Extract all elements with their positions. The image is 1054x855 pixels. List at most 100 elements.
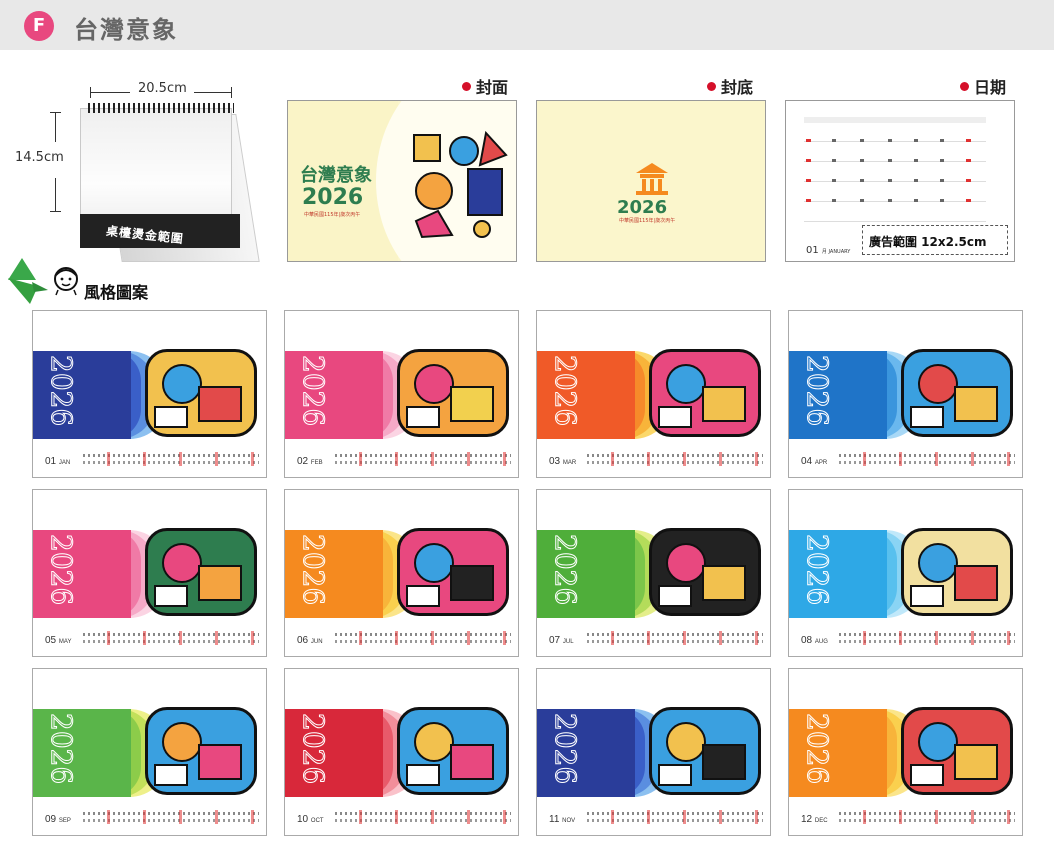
month-card-may[interactable]: 2026 05 MAY — [32, 489, 267, 657]
svg-text:2026: 2026 — [297, 534, 329, 605]
ad-area-box: 廣告範圍 12x2.5cm — [862, 225, 1008, 255]
day-strip — [335, 810, 511, 826]
svg-text:2026: 2026 — [549, 713, 581, 784]
svg-text:2026: 2026 — [45, 355, 77, 426]
red-dot-icon — [960, 82, 969, 91]
month-label: 08 AUG — [801, 635, 828, 646]
cover-year: 2026 — [302, 185, 364, 210]
month-label: 04 APR — [801, 456, 828, 467]
month-card-jan[interactable]: 2026 01 JAN — [32, 310, 267, 478]
day-strip — [83, 452, 259, 468]
header-bar: F 台灣意象 — [0, 0, 1054, 50]
svg-text:2026: 2026 — [45, 534, 77, 605]
month-card-nov[interactable]: 2026 11 NOV — [536, 668, 771, 836]
month-illustration — [901, 528, 1013, 616]
section-badge: F — [24, 11, 54, 41]
day-strip — [587, 631, 763, 647]
year-vertical: 2026 — [801, 355, 834, 427]
day-strip — [839, 452, 1015, 468]
year-vertical: 2026 — [801, 534, 834, 606]
day-strip — [839, 810, 1015, 826]
cover-subtitle: 中華民國115年|歲次丙午 — [304, 212, 361, 218]
month-label: 01 JAN — [45, 456, 71, 467]
month-illustration — [397, 528, 509, 616]
red-dot-icon — [462, 82, 471, 91]
month-illustration — [145, 349, 257, 437]
cover-label: 封面 — [462, 74, 508, 98]
day-strip — [839, 631, 1015, 647]
month-card-apr[interactable]: 2026 04 APR — [788, 310, 1023, 478]
month-card-oct[interactable]: 2026 10 OCT — [284, 668, 519, 836]
month-card-aug[interactable]: 2026 08 AUG — [788, 489, 1023, 657]
year-vertical: 2026 — [297, 713, 330, 785]
date-label: 日期 — [960, 74, 1006, 98]
month-card-feb[interactable]: 2026 02 FEB — [284, 310, 519, 478]
svg-text:2026: 2026 — [549, 534, 581, 605]
svg-text:2026: 2026 — [801, 534, 833, 605]
green-arrow-icon — [8, 258, 48, 304]
width-label: 20.5cm — [138, 81, 187, 96]
year-vertical: 2026 — [549, 534, 582, 606]
year-vertical: 2026 — [45, 355, 78, 427]
month-label: 03 MAR — [549, 456, 577, 467]
date-month-label: 01 月 JANUARY — [806, 245, 851, 256]
day-strip — [587, 452, 763, 468]
year-vertical: 2026 — [45, 534, 78, 606]
svg-text:2026: 2026 — [549, 355, 581, 426]
spiral-binding — [88, 103, 234, 113]
calendar-grid — [804, 117, 986, 227]
day-strip — [587, 810, 763, 826]
svg-text:2026: 2026 — [297, 355, 329, 426]
year-vertical: 2026 — [549, 355, 582, 427]
month-illustration — [145, 528, 257, 616]
memorial-hall-icon — [636, 163, 668, 195]
cover-illustration — [413, 130, 508, 239]
avatar-icon — [54, 267, 78, 296]
month-label: 09 SEP — [45, 814, 71, 825]
day-strip — [335, 631, 511, 647]
month-label: 05 MAY — [45, 635, 72, 646]
month-card-jul[interactable]: 2026 07 JUL — [536, 489, 771, 657]
date-page-preview[interactable]: 01 月 JANUARY 廣告範圍 12x2.5cm — [785, 100, 1015, 262]
month-illustration — [649, 707, 761, 795]
ad-area-label: 廣告範圍 12x2.5cm — [869, 235, 987, 249]
back-label: 封底 — [707, 74, 753, 98]
month-card-jun[interactable]: 2026 06 JUN — [284, 489, 519, 657]
back-year: 2026 — [617, 197, 668, 218]
day-strip — [83, 631, 259, 647]
year-vertical: 2026 — [297, 534, 330, 606]
svg-text:2026: 2026 — [45, 713, 77, 784]
red-dot-icon — [707, 82, 716, 91]
cover-title: 台灣意象 — [300, 165, 372, 186]
cover-preview[interactable]: 台灣意象 2026 中華民國115年|歲次丙午 — [287, 100, 517, 262]
month-illustration — [649, 528, 761, 616]
day-strip — [335, 452, 511, 468]
height-label: 14.5cm — [15, 150, 64, 165]
desk-calendar-illustration: 20.5cm 桌檯燙金範圍 14.5cm — [10, 78, 280, 262]
svg-text:2026: 2026 — [801, 713, 833, 784]
day-strip — [83, 810, 259, 826]
month-illustration — [901, 707, 1013, 795]
month-card-mar[interactable]: 2026 03 MAR — [536, 310, 771, 478]
year-vertical: 2026 — [549, 713, 582, 785]
month-card-dec[interactable]: 2026 12 DEC — [788, 668, 1023, 836]
svg-text:2026: 2026 — [801, 355, 833, 426]
year-vertical: 2026 — [801, 713, 834, 785]
month-illustration — [901, 349, 1013, 437]
month-card-sep[interactable]: 2026 09 SEP — [32, 668, 267, 836]
month-label: 02 FEB — [297, 456, 323, 467]
month-illustration — [145, 707, 257, 795]
month-label: 10 OCT — [297, 814, 324, 825]
back-cover-preview[interactable]: 2026 中華民國115年|歲次丙午 — [536, 100, 766, 262]
month-illustration — [649, 349, 761, 437]
year-vertical: 2026 — [45, 713, 78, 785]
back-subtitle: 中華民國115年|歲次丙午 — [619, 218, 676, 224]
month-illustration — [397, 349, 509, 437]
month-label: 06 JUN — [297, 635, 323, 646]
month-illustration — [397, 707, 509, 795]
month-label: 12 DEC — [801, 814, 828, 825]
month-label: 07 JUL — [549, 635, 574, 646]
svg-text:2026: 2026 — [297, 713, 329, 784]
year-vertical: 2026 — [297, 355, 330, 427]
month-label: 11 NOV — [549, 814, 576, 825]
